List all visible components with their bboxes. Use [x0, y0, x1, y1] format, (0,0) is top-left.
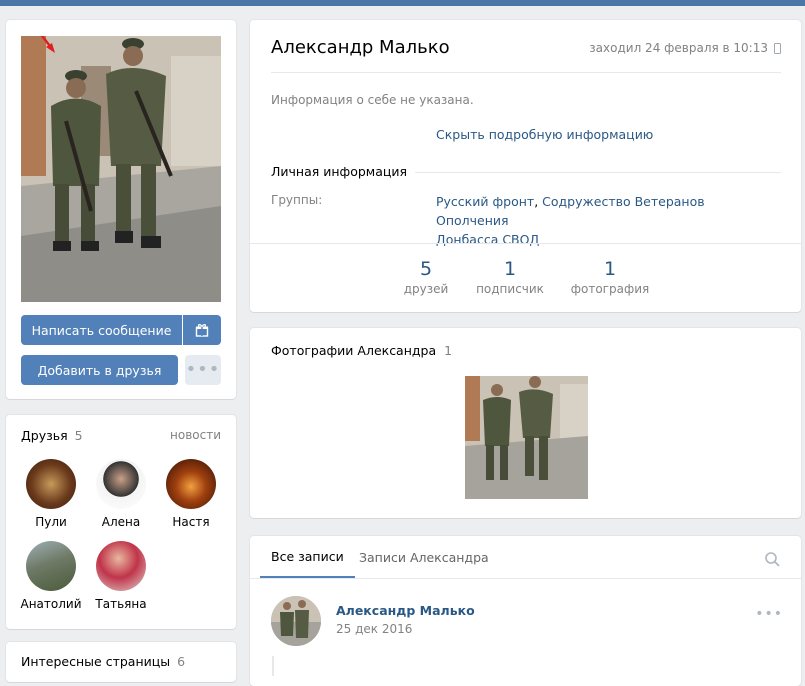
counter-value: 5: [419, 258, 433, 280]
more-dots-icon: •••: [185, 359, 221, 380]
friends-count: 5: [74, 428, 83, 443]
friend-item[interactable]: Татьяна: [86, 541, 156, 611]
photos-title[interactable]: Фотографии Александра: [271, 343, 436, 358]
add-friend-button[interactable]: Добавить в друзья: [21, 355, 178, 385]
gift-icon: [195, 324, 209, 337]
interesting-pages-card: Интересные страницы 6: [6, 642, 236, 682]
counter-label: подписчик: [476, 282, 544, 296]
counter-value: 1: [503, 258, 517, 280]
profile-name: Александр Малько: [271, 37, 450, 58]
counter-friends[interactable]: 5 друзей: [396, 258, 456, 296]
friend-avatar: [96, 541, 146, 591]
about-text: Информация о себе не указана.: [271, 93, 474, 107]
group-link-russian-front[interactable]: Русский фронт: [436, 194, 534, 209]
wall-card: Все записи Записи Александра Александр М…: [250, 536, 801, 686]
counter-followers[interactable]: 1 подписчик: [470, 258, 550, 296]
groups-label: Группы:: [271, 193, 323, 207]
photo-thumbnail[interactable]: [465, 376, 588, 499]
friend-avatar: [26, 459, 76, 509]
interesting-pages-title[interactable]: Интересные страницы: [21, 654, 170, 669]
friend-name: Пули: [35, 515, 67, 529]
friend-avatar: [166, 459, 216, 509]
friend-avatar: [96, 459, 146, 509]
header-divider: [271, 72, 781, 73]
send-gift-button[interactable]: [183, 315, 221, 345]
mobile-icon: [774, 42, 781, 54]
profile-photo[interactable]: [21, 36, 221, 302]
post-author-avatar[interactable]: [271, 596, 321, 646]
post-author-name[interactable]: Александр Малько: [336, 603, 475, 618]
friend-item[interactable]: Анатолий: [16, 541, 86, 611]
friend-avatar: [26, 541, 76, 591]
last-seen-status: заходил 24 февраля в 10:13: [589, 41, 768, 55]
post-menu-button[interactable]: •••: [755, 606, 783, 621]
tab-all-posts[interactable]: Все записи: [260, 536, 355, 578]
group-link-svod-cont[interactable]: Донбасса СВОД: [436, 232, 539, 247]
more-actions-button[interactable]: •••: [185, 355, 221, 385]
send-message-button[interactable]: Написать сообщение: [21, 315, 182, 345]
friend-item[interactable]: Настя: [156, 459, 226, 529]
avatar-card: Написать сообщение Добавить в друзья •••: [6, 20, 236, 399]
friend-name: Настя: [172, 515, 210, 529]
post-thread-line: [272, 656, 274, 676]
profile-info-card: Александр Малько заходил 24 февраля в 10…: [250, 20, 801, 312]
tabs-divider: [250, 578, 801, 579]
toggle-details-link[interactable]: Скрыть подробную информацию: [436, 127, 653, 142]
counter-label: друзей: [403, 282, 449, 296]
more-dots-icon: •••: [755, 606, 783, 622]
friend-name: Алена: [101, 515, 141, 529]
top-header-bar: [0, 0, 805, 6]
tab-all-posts-label: Все записи: [271, 548, 344, 564]
tab-author-posts-label: Записи Александра: [359, 549, 489, 565]
personal-info-heading: Личная информация: [271, 164, 416, 179]
groups-separator: ,: [534, 194, 543, 209]
counter-value: 1: [603, 258, 617, 280]
interesting-pages-count: 6: [177, 654, 186, 669]
friend-name: Анатолий: [20, 597, 82, 611]
tab-author-posts[interactable]: Записи Александра: [348, 536, 500, 578]
friend-item[interactable]: Алена: [86, 459, 156, 529]
post-date[interactable]: 25 дек 2016: [336, 622, 412, 636]
counter-photos[interactable]: 1 фотография: [565, 258, 655, 296]
friends-card: Друзья 5 новости Пули Алена Настя Анатол…: [6, 415, 236, 629]
counters-divider: [250, 243, 801, 244]
photos-card: Фотографии Александра 1: [250, 328, 801, 518]
friends-news-link[interactable]: новости: [170, 428, 221, 442]
counter-label: фотография: [570, 282, 650, 296]
photos-count: 1: [444, 343, 453, 358]
post-avatar-image: [271, 596, 321, 646]
photo-thumbnail-image: [465, 376, 588, 499]
friend-name: Татьяна: [95, 597, 147, 611]
friend-item[interactable]: Пули: [16, 459, 86, 529]
friends-title[interactable]: Друзья: [21, 428, 68, 443]
profile-photo-image: [21, 36, 221, 302]
search-icon[interactable]: [765, 552, 780, 567]
